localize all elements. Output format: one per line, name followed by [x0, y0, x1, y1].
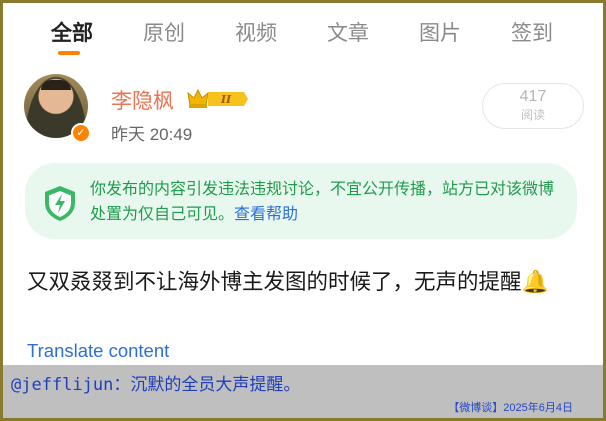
tab-video[interactable]: 视频 — [235, 17, 277, 47]
caption-bar: @jefflijun：沉默的全员大声提醒。 【微博谈】2025年6月4日 — [3, 365, 603, 418]
screenshot-frame: 全部 原创 视频 文章 图片 签到 ✓ 李隐枫 II 昨天 20:49 417 … — [3, 3, 603, 418]
read-label: 阅读 — [520, 108, 545, 122]
crown-badge-icon[interactable]: II — [186, 87, 248, 111]
bell-icon: 🔔 — [521, 270, 549, 295]
notice-text: 你发布的内容引发违法违规讨论，不宜公开传播，站方已对该微博处置为仅自己可见。查看… — [90, 179, 555, 223]
post-time: 昨天 20:49 — [111, 125, 193, 144]
help-link[interactable]: 查看帮助 — [234, 204, 298, 223]
verified-icon: ✓ — [71, 123, 91, 143]
read-count-pill: 417 阅读 — [482, 83, 584, 129]
badge-level: II — [220, 93, 232, 106]
post-content: 又双叒叕到不让海外博主发图的时候了，无声的提醒🔔 — [27, 265, 587, 300]
tab-checkin[interactable]: 签到 — [511, 17, 553, 47]
caption-text: @jefflijun：沉默的全员大声提醒。 — [11, 375, 301, 395]
tab-original[interactable]: 原创 — [143, 17, 185, 47]
tab-article[interactable]: 文章 — [327, 17, 369, 47]
moderation-notice: 你发布的内容引发违法违规讨论，不宜公开传播，站方已对该微博处置为仅自己可见。查看… — [25, 163, 577, 239]
caption-credit: 【微博谈】2025年6月4日 — [448, 402, 573, 414]
shield-icon — [45, 186, 75, 221]
tab-image[interactable]: 图片 — [419, 17, 461, 47]
tab-all[interactable]: 全部 — [51, 17, 93, 47]
active-tab-indicator — [58, 51, 80, 55]
read-count: 417 — [519, 88, 547, 105]
author-name[interactable]: 李隐枫 — [111, 85, 174, 115]
translate-link[interactable]: Translate content — [27, 340, 169, 362]
tab-bar: 全部 原创 视频 文章 图片 签到 — [3, 3, 603, 61]
